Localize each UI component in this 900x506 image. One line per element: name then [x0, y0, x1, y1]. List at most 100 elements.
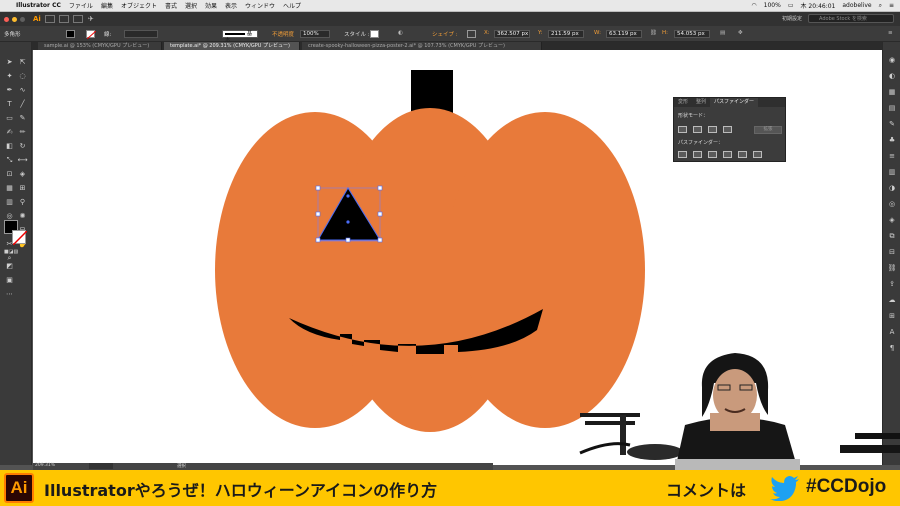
character-panel-icon[interactable]: A — [887, 328, 897, 337]
opacity-field[interactable]: 100% — [300, 30, 330, 38]
perspective-grid-tool-icon[interactable]: ▦ — [4, 184, 15, 193]
scale-tool-icon[interactable]: ⤡ — [4, 156, 15, 165]
tab-align[interactable]: 整列 — [692, 98, 710, 107]
menu-object[interactable]: オブジェクト — [121, 1, 157, 10]
recolor-icon[interactable]: ◐ — [398, 30, 403, 36]
tab-pathfinder[interactable]: パスファインダー — [710, 98, 759, 107]
pencil-tool-icon[interactable]: ✏ — [17, 128, 28, 137]
search-icon[interactable]: ⌕ — [879, 2, 882, 10]
y-field[interactable]: 211.59 px — [548, 30, 584, 38]
stock-search-input[interactable]: Adobe Stock を検索 — [808, 14, 894, 23]
tab-sample[interactable]: sample.ai @ 153% (CMYK/GPU プレビュー) — [38, 42, 162, 50]
color-guide-icon[interactable]: ▦ — [887, 88, 897, 97]
artboard-navigator[interactable] — [89, 463, 113, 469]
graphic-styles-icon[interactable]: ◈ — [887, 216, 897, 225]
link-proportions-icon[interactable]: ⛓ — [650, 30, 657, 36]
stroke-panel-icon[interactable]: ≡ — [887, 152, 897, 161]
curvature-tool-icon[interactable]: ∿ — [17, 86, 28, 95]
workspace-switcher[interactable]: 初期設定 — [782, 15, 802, 22]
layers-panel-icon[interactable]: ⧉ — [887, 232, 897, 241]
fill-swatch[interactable] — [66, 30, 75, 38]
align-panel-icon[interactable]: ⊞ — [887, 312, 897, 321]
opacity-label[interactable]: 不透明度 — [272, 30, 294, 38]
crop-icon[interactable] — [723, 151, 732, 158]
menu-effect[interactable]: 効果 — [205, 1, 217, 10]
tab-transform[interactable]: 変形 — [674, 98, 692, 107]
type-tool-icon[interactable]: T — [4, 100, 15, 109]
menu-edit[interactable]: 編集 — [101, 1, 113, 10]
menu-file[interactable]: ファイル — [69, 1, 93, 10]
rotate-tool-icon[interactable]: ↻ — [17, 142, 28, 151]
transform-options-icon[interactable]: ✥ — [738, 30, 743, 36]
wifi-icon[interactable]: ◠ — [751, 2, 756, 9]
symbol-sprayer-tool-icon[interactable]: ✺ — [17, 212, 28, 221]
merge-icon[interactable] — [708, 151, 717, 158]
eraser-tool-icon[interactable]: ◧ — [4, 142, 15, 151]
x-field[interactable]: 362.507 px — [494, 30, 530, 38]
battery-label[interactable]: 100% — [764, 2, 781, 9]
align-icon[interactable]: ▤ — [720, 30, 725, 36]
intersect-icon[interactable] — [708, 126, 717, 133]
exclude-icon[interactable] — [723, 126, 732, 133]
graphic-style-swatch[interactable] — [370, 30, 379, 38]
arrange-documents-icon[interactable] — [72, 15, 83, 23]
symbols-panel-icon[interactable]: ♣ — [887, 136, 897, 145]
swatches-panel-icon[interactable]: ▤ — [887, 104, 897, 113]
libraries-panel-icon[interactable]: ☁ — [887, 296, 897, 305]
links-panel-icon[interactable]: ⛓ — [887, 264, 897, 273]
menu-select[interactable]: 選択 — [185, 1, 197, 10]
tab-halloween-poster[interactable]: create-spooky-halloween-pizza-poster-2.a… — [302, 42, 542, 50]
menu-window[interactable]: ウィンドウ — [245, 1, 275, 10]
minus-back-icon[interactable] — [753, 151, 762, 158]
expand-button[interactable]: 拡張 — [754, 126, 782, 134]
selection-tool-icon[interactable]: ➤ — [4, 58, 15, 67]
eyedropper-tool-icon[interactable]: ⚲ — [17, 198, 28, 207]
tab-template[interactable]: template.ai* @ 209.31% (CMYK/GPU プレビュー) — [164, 42, 300, 50]
lasso-tool-icon[interactable]: ◌ — [17, 72, 28, 81]
brushes-panel-icon[interactable]: ✎ — [887, 120, 897, 129]
zoom-level-field[interactable]: 209.31% — [35, 463, 55, 468]
status-mode[interactable]: 選択 — [177, 463, 186, 469]
line-tool-icon[interactable]: ╱ — [17, 100, 28, 109]
magic-wand-tool-icon[interactable]: ✦ — [4, 72, 15, 81]
properties-panel-icon[interactable]: ◉ — [887, 56, 897, 65]
color-mode-icon[interactable]: ■◪▨ — [4, 248, 18, 257]
gradient-panel-icon[interactable]: ▥ — [887, 168, 897, 177]
width-field[interactable]: 63.119 px — [606, 30, 642, 38]
stroke-color-swatch[interactable] — [12, 230, 27, 245]
menu-view[interactable]: 表示 — [225, 1, 237, 10]
free-transform-tool-icon[interactable]: ⊡ — [4, 170, 15, 179]
pen-tool-icon[interactable]: ✒ — [4, 86, 15, 95]
minimize-window-icon[interactable] — [12, 16, 17, 22]
outline-icon[interactable] — [738, 151, 747, 158]
rectangle-tool-icon[interactable]: ▭ — [4, 114, 15, 123]
draw-mode-icon[interactable]: ◩ — [4, 262, 15, 271]
direct-selection-tool-icon[interactable]: ⇱ — [17, 58, 28, 67]
shape-label[interactable]: シェイプ : — [432, 30, 458, 38]
menu-app-name[interactable]: Illustrator CC — [16, 2, 61, 9]
unite-icon[interactable] — [678, 126, 687, 133]
user-name[interactable]: adobelive — [842, 2, 871, 9]
clock[interactable]: 木 20:46:01 — [801, 1, 836, 10]
width-tool-icon[interactable]: ⟷ — [17, 156, 28, 165]
menu-help[interactable]: ヘルプ — [283, 1, 301, 10]
close-window-icon[interactable] — [4, 16, 9, 22]
transparency-panel-icon[interactable]: ◑ — [887, 184, 897, 193]
screen-mode-icon[interactable]: ▣ — [4, 276, 15, 285]
stock-icon[interactable] — [58, 15, 69, 23]
shaper-tool-icon[interactable]: ✍ — [4, 128, 15, 137]
color-panel-icon[interactable]: ◐ — [887, 72, 897, 81]
trim-icon[interactable] — [693, 151, 702, 158]
appearance-panel-icon[interactable]: ◎ — [887, 200, 897, 209]
stroke-swatch[interactable] — [86, 30, 96, 39]
menu-type[interactable]: 書式 — [165, 1, 177, 10]
gpu-performance-icon[interactable]: ✈ — [88, 15, 94, 23]
minus-front-icon[interactable] — [693, 126, 702, 133]
height-field[interactable]: 54.053 px — [674, 30, 710, 38]
asset-export-icon[interactable]: ⇪ — [887, 280, 897, 289]
shape-builder-tool-icon[interactable]: ◈ — [17, 170, 28, 179]
gradient-tool-icon[interactable]: ▥ — [4, 198, 15, 207]
transform-icon[interactable] — [467, 30, 476, 38]
maximize-window-icon[interactable] — [20, 16, 25, 22]
mesh-tool-icon[interactable]: ⊞ — [17, 184, 28, 193]
